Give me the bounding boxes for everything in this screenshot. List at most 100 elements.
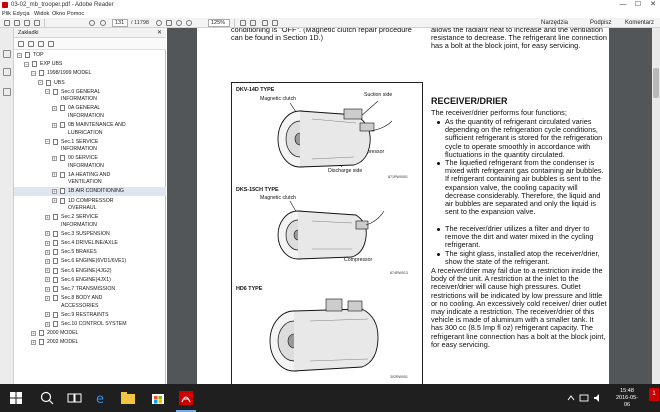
- bookmark-item[interactable]: + Sec.7 TRANSMISSION: [14, 285, 166, 294]
- bookmark-item[interactable]: + Sec.5 BRAKES: [14, 248, 166, 257]
- expand-icon[interactable]: +: [45, 277, 50, 283]
- collapse-icon[interactable]: −: [45, 89, 50, 95]
- expand-icon[interactable]: +: [52, 122, 57, 128]
- expand-icon[interactable]: +: [45, 286, 50, 292]
- tools-button[interactable]: Narzędzia: [541, 18, 568, 28]
- acrobat-reader-taskbar-icon[interactable]: [176, 388, 196, 408]
- menu-edycja[interactable]: Edycja: [13, 10, 30, 18]
- vertical-scrollbar[interactable]: [652, 28, 660, 384]
- volume-icon[interactable]: [593, 393, 603, 403]
- new-bookmark-icon[interactable]: [38, 41, 44, 47]
- network-icon[interactable]: [579, 393, 589, 403]
- collapse-icon[interactable]: −: [45, 139, 50, 145]
- select-tool-icon[interactable]: [156, 20, 162, 26]
- bookmark-item[interactable]: − UBS: [14, 79, 166, 88]
- bookmark-item[interactable]: +2002 MODEL: [14, 338, 166, 347]
- task-view-icon[interactable]: [64, 388, 84, 408]
- bookmark-item[interactable]: − EXP UBS: [14, 60, 166, 69]
- system-clock[interactable]: 15:48 2016-05-06: [614, 388, 640, 409]
- start-icon[interactable]: [6, 388, 26, 408]
- expand-icon[interactable]: +: [45, 231, 50, 237]
- expand-icon[interactable]: +: [45, 249, 50, 255]
- bookmark-item[interactable]: + Sec.10 CONTROL SYSTEM: [14, 320, 166, 329]
- edge-icon[interactable]: e: [92, 388, 112, 408]
- bookmark-item[interactable]: − 1998/1999 MODEL: [14, 69, 166, 78]
- bookmark-item[interactable]: + Sec.6 ENGINE(4JX1): [14, 276, 166, 285]
- minimize-button[interactable]: —: [616, 0, 630, 10]
- delete-bookmark-icon[interactable]: [28, 41, 34, 47]
- expand-icon[interactable]: +: [45, 321, 50, 327]
- expand-icon[interactable]: +: [45, 214, 50, 220]
- page-number-input[interactable]: 131: [112, 19, 128, 27]
- zoom-out-icon[interactable]: [176, 20, 182, 26]
- collapse-icon[interactable]: −: [31, 70, 36, 76]
- collapse-icon[interactable]: −: [38, 80, 43, 86]
- zoom-in-icon[interactable]: [186, 20, 192, 26]
- bookmark-item[interactable]: +1A HEATING AND VENTILATION: [14, 171, 166, 187]
- expand-icon[interactable]: +: [45, 258, 50, 264]
- bookmark-item[interactable]: + Sec.2 SERVICE INFORMATION: [14, 213, 166, 229]
- scrollbar-thumb[interactable]: [653, 68, 659, 98]
- share-icon[interactable]: [34, 20, 40, 26]
- collapse-icon[interactable]: −: [24, 61, 29, 67]
- hand-tool-icon[interactable]: [166, 20, 172, 26]
- bookmark-item[interactable]: +1D COMPRESSOR OVERHAUL: [14, 197, 166, 213]
- expand-icon[interactable]: +: [31, 330, 36, 336]
- bookmark-item[interactable]: + Sec.9 RESTRAINTS: [14, 311, 166, 320]
- document-area[interactable]: conditioning is "OFF". (Magnetic clutch …: [167, 28, 660, 384]
- expand-icon[interactable]: +: [52, 155, 57, 161]
- sign-button[interactable]: Podpisz: [590, 18, 611, 28]
- zoom-select[interactable]: 125%: [208, 19, 230, 27]
- bookmark-item[interactable]: + Sec.3 SUSPENSION: [14, 230, 166, 239]
- pages-panel-icon[interactable]: [3, 50, 11, 58]
- expand-icon[interactable]: +: [45, 268, 50, 274]
- bookmark-item[interactable]: +2000 MODEL: [14, 329, 166, 338]
- bookmark-item[interactable]: +0B MAINTENANCE AND LUBRICATION: [14, 121, 166, 137]
- close-button[interactable]: ✕: [646, 0, 660, 10]
- store-icon[interactable]: [148, 388, 168, 408]
- print-icon[interactable]: [14, 20, 20, 26]
- bookmark-item[interactable]: + Sec.8 BODY AND ACCESSORIES: [14, 294, 166, 310]
- menu-plik[interactable]: Plik: [2, 10, 11, 18]
- menu-okno[interactable]: Okno: [52, 10, 65, 18]
- bookmark-item[interactable]: − Sec.1 SERVICE INFORMATION: [14, 138, 166, 154]
- search-icon[interactable]: [37, 388, 57, 408]
- expand-icon[interactable]: +: [52, 172, 57, 178]
- previous-page-icon[interactable]: [89, 20, 95, 26]
- maximize-button[interactable]: ☐: [631, 0, 645, 10]
- tray-chevron-icon[interactable]: [566, 393, 576, 403]
- expand-icon[interactable]: +: [45, 240, 50, 246]
- open-icon[interactable]: [4, 20, 10, 26]
- next-page-icon[interactable]: [100, 20, 106, 26]
- expand-icon[interactable]: +: [45, 295, 50, 301]
- email-icon[interactable]: [24, 20, 30, 26]
- bookmark-item[interactable]: +00 SERVICE INFORMATION: [14, 154, 166, 170]
- expand-icon[interactable]: +: [52, 188, 57, 194]
- bookmark-item[interactable]: + Sec.6 ENGINE(6VD1/6VE1): [14, 257, 166, 266]
- comment-button[interactable]: Komentarz: [625, 18, 654, 28]
- file-explorer-icon[interactable]: [118, 388, 138, 408]
- bookmark-item[interactable]: +0A GENERAL INFORMATION: [14, 104, 166, 120]
- attachments-panel-icon[interactable]: [3, 88, 11, 96]
- annotate-icon[interactable]: [262, 20, 268, 26]
- read-mode-icon[interactable]: [250, 20, 256, 26]
- expand-icon[interactable]: +: [52, 198, 57, 204]
- close-panel-icon[interactable]: ✕: [157, 28, 162, 38]
- comment-icon[interactable]: [272, 20, 278, 26]
- fit-page-icon[interactable]: [240, 20, 246, 26]
- bookmarks-panel-icon[interactable]: [3, 68, 11, 76]
- bookmark-item[interactable]: − TOP: [14, 51, 166, 60]
- menu-pomoc[interactable]: Pomoc: [67, 10, 84, 18]
- expand-icon[interactable]: +: [45, 312, 50, 318]
- bookmark-options-icon[interactable]: [18, 41, 24, 47]
- expand-icon[interactable]: +: [31, 339, 36, 345]
- bookmark-item[interactable]: +1B AIR CONDITIONING: [14, 187, 166, 196]
- bookmark-item[interactable]: + Sec.4 DRIVELINE/AXLE: [14, 239, 166, 248]
- menu-widok[interactable]: Widok: [34, 10, 49, 18]
- expand-bookmark-icon[interactable]: [48, 41, 54, 47]
- expand-icon[interactable]: +: [52, 105, 57, 111]
- bookmark-item[interactable]: + Sec.6 ENGINE(4JG2): [14, 267, 166, 276]
- bookmark-item[interactable]: − Sec.0 GENERAL INFORMATION: [14, 88, 166, 104]
- collapse-icon[interactable]: −: [17, 52, 22, 58]
- notification-badge[interactable]: 1: [649, 388, 659, 401]
